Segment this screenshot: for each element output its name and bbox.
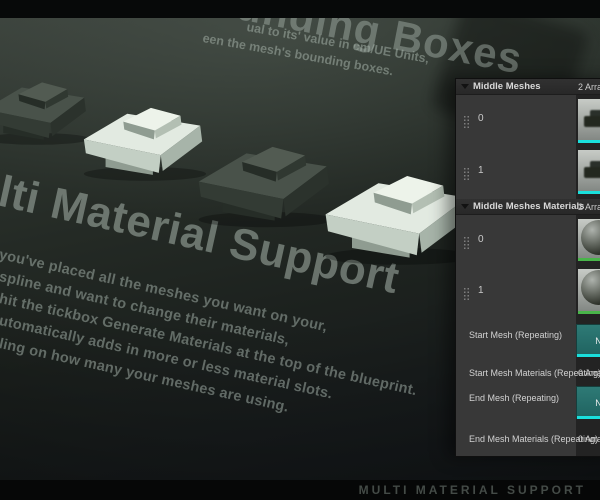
details-panel: Middle Meshes 2 Array 0 1 Middle Meshes …	[455, 78, 600, 457]
expander-arrow-icon[interactable]	[461, 84, 469, 89]
material-color-strip	[578, 258, 600, 261]
start-mesh-label: Start Mesh (Repeating)	[469, 330, 563, 340]
mesh-thumbnail[interactable]	[578, 150, 600, 194]
top-black-bar	[0, 0, 600, 18]
category-middle-meshes[interactable]: Middle Meshes 2 Array	[456, 79, 600, 95]
drag-handle-icon[interactable]	[463, 236, 470, 250]
combo-value: None	[595, 398, 600, 408]
end-mesh-combobox[interactable]: None	[576, 386, 600, 419]
array-index-label: 0	[478, 113, 484, 124]
end-mesh-materials-value: 0 Array	[578, 434, 600, 444]
promo-image: { "scene": { "top_heading": "Bounding Bo…	[0, 0, 600, 500]
expander-arrow-icon[interactable]	[461, 204, 469, 209]
combo-value: None	[595, 336, 600, 346]
material-thumbnail[interactable]	[578, 219, 600, 261]
static-mesh-color-strip	[578, 140, 600, 143]
start-mesh-combobox[interactable]: None	[576, 324, 600, 357]
drag-handle-icon[interactable]	[463, 167, 470, 181]
material-sphere-preview	[581, 270, 600, 305]
material-color-strip	[578, 311, 600, 314]
material-sphere-preview	[581, 220, 600, 255]
static-mesh-color-strip	[578, 191, 600, 194]
footer-bar: MULTI MATERIAL SUPPORT	[0, 480, 600, 500]
drag-handle-icon[interactable]	[463, 115, 470, 129]
array-index-label: 1	[478, 165, 484, 176]
footer-title: MULTI MATERIAL SUPPORT	[358, 483, 586, 497]
end-mesh-label: End Mesh (Repeating)	[469, 393, 560, 403]
material-thumbnail[interactable]	[578, 269, 600, 314]
drag-handle-icon[interactable]	[463, 287, 470, 301]
category-middle-meshes-materials[interactable]: Middle Meshes Materials 2 Array	[456, 199, 600, 215]
array-count: 2 Array	[578, 201, 600, 212]
array-index-label: 1	[478, 285, 484, 296]
mesh-thumbnail[interactable]	[578, 99, 600, 143]
array-index-label: 0	[478, 234, 484, 245]
static-mesh-color-strip	[577, 416, 600, 419]
array-count: 2 Array	[578, 81, 600, 92]
start-mesh-materials-value: 0 Array	[578, 368, 600, 378]
static-mesh-color-strip	[577, 354, 600, 357]
